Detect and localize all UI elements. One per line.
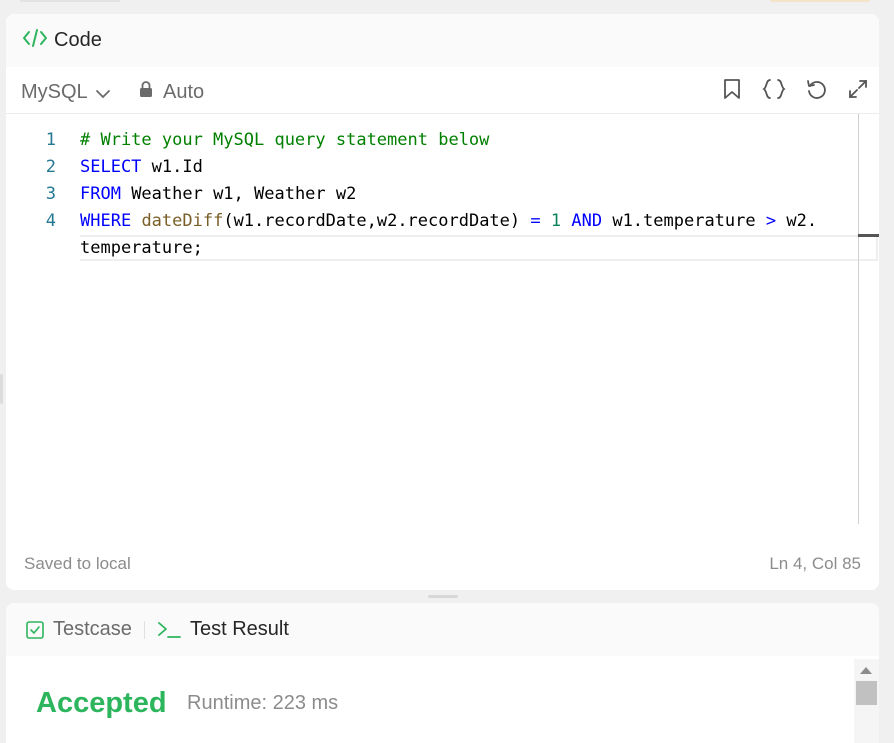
- reset-code-button[interactable]: [795, 78, 837, 104]
- code-keyword: AND: [571, 211, 603, 231]
- line-number: 1: [45, 130, 56, 150]
- code-operator: >: [765, 211, 777, 231]
- bookmark-button[interactable]: [711, 78, 753, 104]
- terminal-icon: [157, 621, 181, 639]
- editor-toolbar: MySQL Auto: [6, 67, 879, 114]
- line-number: 3: [45, 184, 56, 204]
- format-code-button[interactable]: [753, 78, 795, 104]
- scrollbar-cursor-marker: [858, 234, 879, 237]
- code-lines[interactable]: # Write your MySQL query statement below…: [80, 127, 860, 262]
- code-icon: [22, 27, 48, 54]
- tab-testcase[interactable]: Testcase: [26, 618, 132, 641]
- autocomplete-mode[interactable]: Auto: [139, 80, 204, 104]
- code-comment: # Write your MySQL query statement below: [80, 130, 490, 150]
- code-text: w1.Id: [141, 157, 203, 177]
- expand-icon: [848, 79, 868, 104]
- top-strip-nub: [20, 0, 120, 2]
- code-editor[interactable]: 1 2 3 4 # Write your MySQL query stateme…: [6, 114, 879, 524]
- top-strip-nub: [770, 0, 870, 2]
- code-text: Weather w1, Weather w2: [120, 184, 357, 204]
- editor-scrollbar[interactable]: [858, 114, 859, 524]
- cursor-position: Ln 4, Col 85: [769, 554, 861, 573]
- left-resize-handle[interactable]: [0, 374, 3, 404]
- fullscreen-button[interactable]: [837, 78, 879, 104]
- editor-tools: [711, 78, 879, 104]
- code-line: WHERE dateDiff(w1.recordDate,w2.recordDa…: [80, 208, 860, 235]
- undo-icon: [805, 78, 827, 105]
- language-selector[interactable]: MySQL: [21, 80, 110, 105]
- code-line: FROM Weather w1, Weather w2: [80, 181, 860, 208]
- chevron-down-icon: [95, 82, 110, 105]
- result-scrollbar[interactable]: [854, 659, 879, 743]
- code-line-wrapped: temperature;: [80, 235, 860, 262]
- tab-testcase-label: Testcase: [53, 618, 132, 640]
- panel-resize-handle[interactable]: [428, 595, 458, 598]
- code-panel-header: Code: [6, 14, 879, 67]
- scroll-up-arrow-icon[interactable]: [860, 667, 872, 674]
- code-number: 1: [550, 211, 562, 231]
- code-keyword: FROM: [80, 184, 121, 204]
- bookmark-icon: [723, 78, 741, 105]
- tab-test-result-label: Test Result: [190, 618, 289, 640]
- code-panel-title: Code: [54, 29, 102, 51]
- mode-label: Auto: [163, 80, 205, 103]
- code-panel: Code MySQL Auto 1 2 3 4 # Write your MyS…: [6, 14, 879, 590]
- code-text: temperature;: [80, 238, 203, 258]
- line-number-gutter: 1 2 3 4: [6, 127, 56, 235]
- scrollbar-thumb[interactable]: [856, 681, 877, 705]
- saved-status: Saved to local: [24, 554, 131, 573]
- top-strip: [0, 0, 894, 12]
- tab-test-result[interactable]: Test Result: [157, 618, 289, 641]
- code-text: w1.temperature: [602, 211, 766, 231]
- code-operator: =: [530, 211, 541, 231]
- language-label: MySQL: [21, 81, 88, 103]
- tab-divider: [144, 621, 145, 639]
- code-text: (w1.recordDate,w2.recordDate): [223, 211, 531, 231]
- code-keyword: WHERE: [80, 211, 132, 231]
- line-number: 4: [45, 211, 56, 231]
- verdict-status: Accepted: [36, 687, 167, 719]
- result-panel-header: Testcase Test Result: [6, 603, 879, 656]
- result-panel: Testcase Test Result Accepted Runtime: 2…: [6, 603, 879, 743]
- braces-icon: [762, 78, 786, 105]
- lock-icon: [139, 80, 153, 104]
- checkbox-icon: [26, 620, 44, 639]
- code-function: dateDiff: [141, 211, 224, 231]
- runtime-label: Runtime: 223 ms: [187, 692, 339, 714]
- code-text: w2.: [776, 211, 818, 231]
- code-keyword: SELECT: [80, 157, 142, 177]
- code-line: # Write your MySQL query statement below: [80, 127, 860, 154]
- line-number: 2: [45, 157, 56, 177]
- editor-status-bar: Saved to local Ln 4, Col 85: [6, 554, 879, 578]
- code-line: SELECT w1.Id: [80, 154, 860, 181]
